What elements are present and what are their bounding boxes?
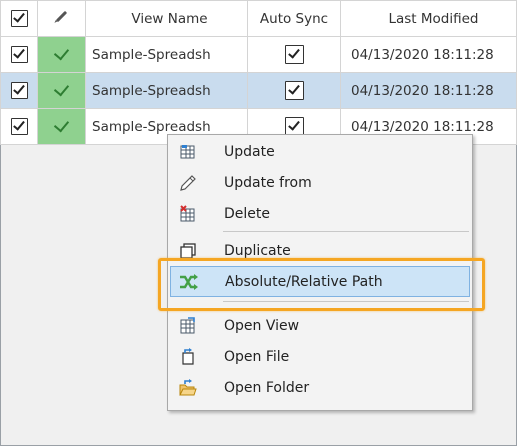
update-grid-icon (173, 136, 203, 167)
view-name-header[interactable]: View Name (85, 0, 248, 37)
menu-item-update[interactable]: Update (170, 136, 470, 167)
views-table: View Name Auto Sync Last Modified Sample… (0, 0, 517, 145)
menu-item-label: Open Folder (224, 379, 310, 396)
delete-grid-icon (173, 198, 203, 229)
auto-sync-cell[interactable] (247, 72, 341, 109)
open-folder-icon (173, 372, 203, 403)
menu-item-open-folder[interactable]: Open Folder (170, 372, 470, 403)
table-row[interactable]: Sample-Spreadsh 04/13/2020 18:11:28 (0, 72, 517, 109)
pencil-icon (55, 10, 68, 23)
menu-item-label: Update (224, 143, 275, 160)
menu-separator (223, 231, 469, 232)
menu-item-label: Update from (224, 174, 312, 191)
check-mark-icon (53, 44, 70, 60)
view-name-cell: Sample-Spreadsh (85, 72, 248, 109)
menu-item-update-from[interactable]: Update from (170, 167, 470, 198)
auto-sync-cell[interactable] (247, 36, 341, 73)
view-name-cell: Sample-Spreadsh (85, 36, 248, 73)
auto-sync-checkbox[interactable] (284, 81, 304, 100)
auto-sync-header[interactable]: Auto Sync (247, 0, 341, 37)
last-modified-cell: 04/13/2020 18:11:28 (340, 36, 517, 73)
row-select-cell[interactable] (0, 36, 38, 73)
table-header-row: View Name Auto Sync Last Modified (0, 0, 517, 37)
menu-item-label: Duplicate (224, 242, 291, 259)
status-cell (37, 108, 86, 145)
table-row[interactable]: Sample-Spreadsh 04/13/2020 18:11:28 (0, 36, 517, 73)
menu-item-open-view[interactable]: Open View (170, 310, 470, 341)
menu-item-label: Delete (224, 205, 270, 222)
last-modified-cell: 04/13/2020 18:11:28 (340, 72, 517, 109)
check-mark-icon (53, 80, 70, 96)
menu-item-label: Open File (224, 348, 290, 365)
menu-item-open-file[interactable]: Open File (170, 341, 470, 372)
status-cell (37, 36, 86, 73)
row-select-cell[interactable] (0, 108, 38, 145)
auto-sync-checkbox[interactable] (284, 45, 304, 64)
highlight-callout (158, 258, 485, 311)
open-file-icon (173, 341, 203, 372)
row-select-cell[interactable] (0, 72, 38, 109)
last-modified-header[interactable]: Last Modified (340, 0, 517, 37)
menu-item-delete[interactable]: Delete (170, 198, 470, 229)
row-checkbox[interactable] (10, 46, 28, 63)
check-mark-icon (53, 116, 70, 132)
select-all-header[interactable] (0, 0, 38, 37)
open-view-icon (173, 310, 203, 341)
row-checkbox[interactable] (10, 82, 28, 99)
select-all-checkbox[interactable] (10, 10, 28, 27)
status-cell (37, 72, 86, 109)
edit-column-header (37, 0, 86, 37)
menu-item-label: Open View (224, 317, 300, 334)
pencil-icon (173, 167, 203, 198)
row-checkbox[interactable] (10, 118, 28, 135)
